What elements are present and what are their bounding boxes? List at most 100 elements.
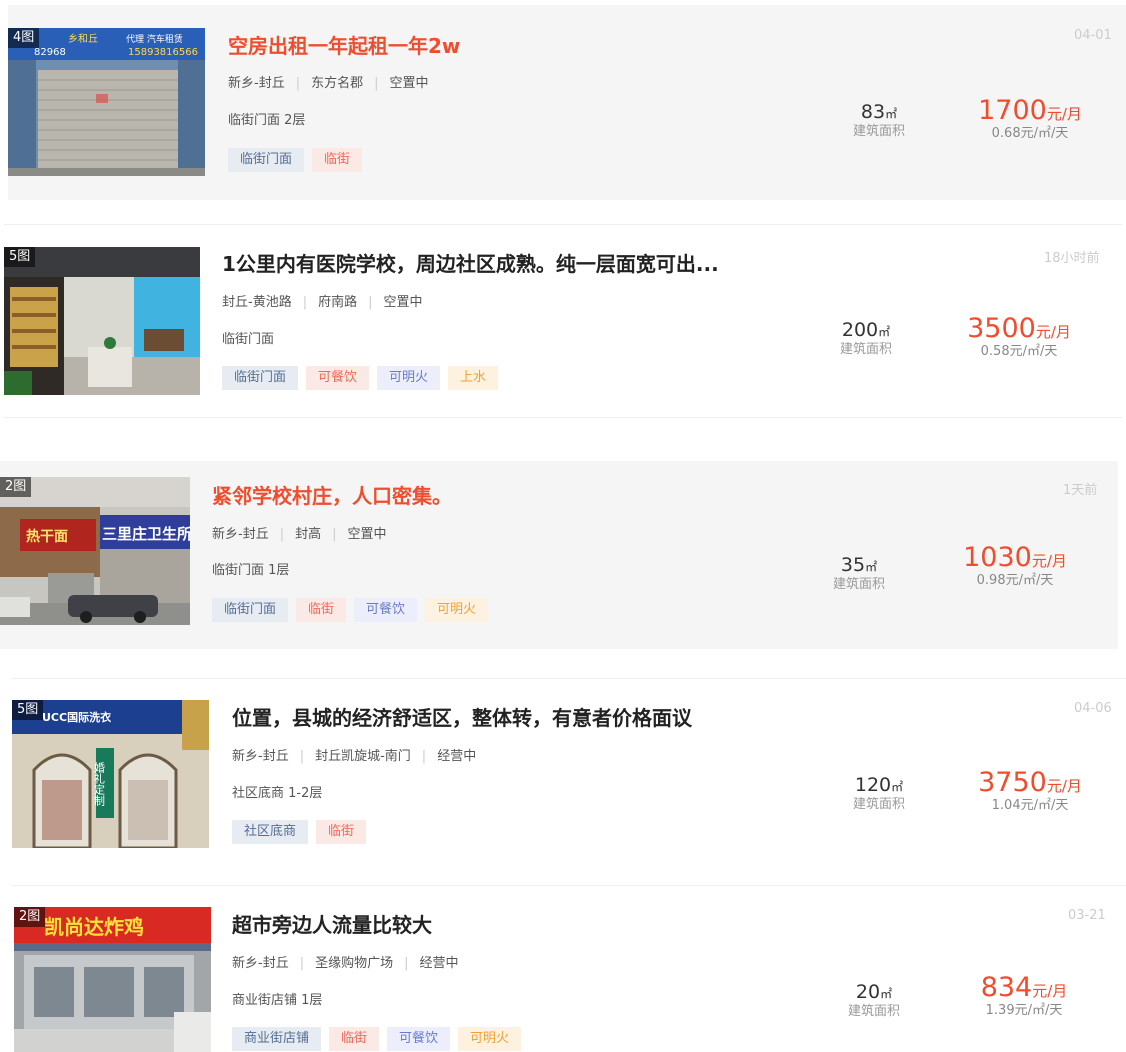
photo-count-badge: 2图 (0, 477, 32, 497)
separator: | (374, 76, 379, 91)
area-block: 20㎡ 建筑面积 (829, 980, 919, 1020)
monthly-price: 3750 (978, 767, 1047, 798)
publish-date: 18小时前 (1044, 251, 1100, 266)
tag: 可明火 (458, 1027, 522, 1051)
tag: 临街门面 (228, 148, 305, 172)
listing-card[interactable]: 凯尚达炸鸡 2图 超市旁边人流量比较大 新乡-封丘 | 圣缘购物广场 | 经营中 商业街… (14, 887, 1126, 1052)
region-link[interactable]: 封丘-黄池路 (222, 295, 292, 310)
unit-price: 0.98元/㎡/天 (976, 573, 1054, 588)
tag-list: 社区底商 临街 (232, 820, 374, 844)
property-type-floor: 社区底商 1-2层 (232, 786, 323, 801)
listing-title[interactable]: 位置，县城的经济舒适区，整体转，有意者价格面议 (232, 702, 692, 731)
price-unit: 元/月 (1032, 982, 1068, 1000)
listing-card[interactable]: 热干面 三里庄卫生所 2图 紧邻学校村庄，人口密集。 新乡-封丘 | 封高 | 空置中 … (0, 461, 1118, 649)
monthly-price: 1700 (978, 95, 1047, 126)
road-link[interactable]: 封高 (295, 527, 321, 542)
separator: | (299, 749, 305, 764)
monthly-price: 834 (980, 972, 1033, 1003)
tag: 可餐饮 (387, 1027, 451, 1051)
occupancy-status: 经营中 (437, 749, 477, 764)
unit-price: 1.39元/㎡/天 (985, 1003, 1063, 1018)
listing-card[interactable]: UCC国际洗衣 婚礼定制 5图 位置，县城的经济舒适区，整体转，有意者价格面议 … (12, 678, 1126, 886)
area-label: 建筑面积 (832, 577, 885, 592)
listing-thumbnail[interactable]: 热干面 三里庄卫生所 2图 (0, 477, 190, 625)
unit-price: 0.68元/㎡/天 (991, 126, 1069, 141)
tag-list: 临街门面 可餐饮 可明火 上水 (222, 366, 506, 390)
area-value: 83 (860, 101, 886, 123)
listing-location-line: 封丘-黄池路 | 府南路 | 空置中 (222, 291, 423, 310)
listing-title[interactable]: 空房出租一年起租一年2w (228, 30, 460, 59)
price-unit: 元/月 (1031, 552, 1067, 570)
tag: 可餐饮 (354, 598, 418, 622)
listing-thumbnail[interactable]: 5图 (4, 247, 200, 395)
photo-count-badge: 2图 (14, 907, 46, 927)
publish-date: 04-01 (1074, 28, 1112, 43)
area-label: 建筑面积 (852, 797, 905, 812)
sign-text: 乡和丘 (68, 33, 98, 45)
property-type-floor: 临街门面 1层 (212, 563, 290, 578)
area-unit: ㎡ (878, 325, 891, 339)
community-link[interactable]: 东方名郡 (311, 76, 363, 91)
sign-text: 代理 汽车租赁 (126, 33, 183, 45)
region-link[interactable]: 新乡-封丘 (232, 956, 289, 971)
listing-title[interactable]: 紧邻学校村庄，人口密集。 (212, 480, 452, 509)
tag: 可明火 (377, 366, 441, 390)
tag-list: 商业街店铺 临街 可餐饮 可明火 (232, 1027, 529, 1051)
tag: 临街门面 (222, 366, 299, 390)
tag: 社区底商 (232, 820, 309, 844)
price-block: 3750元/月 1.04元/㎡/天 (960, 768, 1100, 814)
area-label: 建筑面积 (847, 1004, 900, 1019)
tag: 临街 (312, 148, 363, 172)
listing-thumbnail[interactable]: 凯尚达炸鸡 2图 (14, 907, 211, 1052)
price-block: 834元/月 1.39元/㎡/天 (954, 973, 1094, 1019)
region-link[interactable]: 新乡-封丘 (228, 76, 285, 91)
separator: | (332, 527, 337, 542)
property-type-floor: 临街门面 (222, 332, 275, 347)
area-label: 建筑面积 (852, 124, 905, 139)
price-unit: 元/月 (1046, 105, 1082, 123)
listing-title[interactable]: 1公里内有医院学校，周边社区成熟。纯一层面宽可出... (222, 248, 719, 277)
area-value: 20 (855, 981, 881, 1003)
area-block: 200㎡ 建筑面积 (821, 318, 911, 358)
price-block: 1700元/月 0.68元/㎡/天 (960, 96, 1100, 142)
price-block: 1030元/月 0.98元/㎡/天 (945, 543, 1085, 589)
separator: | (368, 295, 373, 310)
listing-thumbnail[interactable]: UCC国际洗衣 婚礼定制 5图 (12, 700, 209, 848)
sign-text: 82968 (34, 47, 66, 58)
area-unit: ㎡ (865, 560, 878, 574)
tag-list: 临街门面 临街 可餐饮 可明火 (212, 598, 496, 622)
photo-count-badge: 5图 (12, 700, 44, 720)
area-label: 建筑面积 (839, 342, 892, 357)
property-type-floor: 商业街店铺 1层 (232, 993, 323, 1008)
listing-card[interactable]: 乡和丘 代理 汽车租赁 82968 15893816566 4图 空房出租一年起… (8, 5, 1126, 200)
community-link[interactable]: 圣缘购物广场 (315, 956, 393, 971)
sign-text: 热干面 (26, 528, 68, 545)
tag: 商业街店铺 (232, 1027, 322, 1051)
monthly-price: 3500 (967, 313, 1036, 344)
publish-date: 03-21 (1068, 908, 1106, 923)
region-link[interactable]: 新乡-封丘 (232, 749, 289, 764)
tag-list: 临街门面 临街 (228, 148, 370, 172)
area-unit: ㎡ (880, 987, 893, 1001)
listing-title[interactable]: 超市旁边人流量比较大 (232, 909, 432, 938)
tag: 可餐饮 (306, 366, 370, 390)
separator: | (302, 295, 308, 310)
separator: | (421, 749, 427, 764)
separator: | (404, 956, 409, 971)
separator: | (279, 527, 285, 542)
sign-text: UCC国际洗衣 (42, 710, 112, 724)
occupancy-status: 空置中 (347, 527, 387, 542)
photo-count-badge: 4图 (8, 28, 40, 48)
unit-price: 1.04元/㎡/天 (991, 798, 1069, 813)
occupancy-status: 空置中 (383, 295, 423, 310)
price-block: 3500元/月 0.58元/㎡/天 (949, 314, 1089, 360)
tag: 临街 (316, 820, 367, 844)
sign-text: 15893816566 (128, 47, 198, 58)
listing-thumbnail[interactable]: 乡和丘 代理 汽车租赁 82968 15893816566 4图 (8, 28, 205, 176)
area-unit: ㎡ (891, 780, 904, 794)
sign-text: 三里庄卫生所 (102, 525, 190, 543)
road-link[interactable]: 府南路 (318, 295, 357, 310)
community-link[interactable]: 封丘凯旋城-南门 (315, 749, 411, 764)
listing-card[interactable]: 5图 1公里内有医院学校，周边社区成熟。纯一层面宽可出... 封丘-黄池路 | 府南… (4, 224, 1122, 418)
region-link[interactable]: 新乡-封丘 (212, 527, 269, 542)
